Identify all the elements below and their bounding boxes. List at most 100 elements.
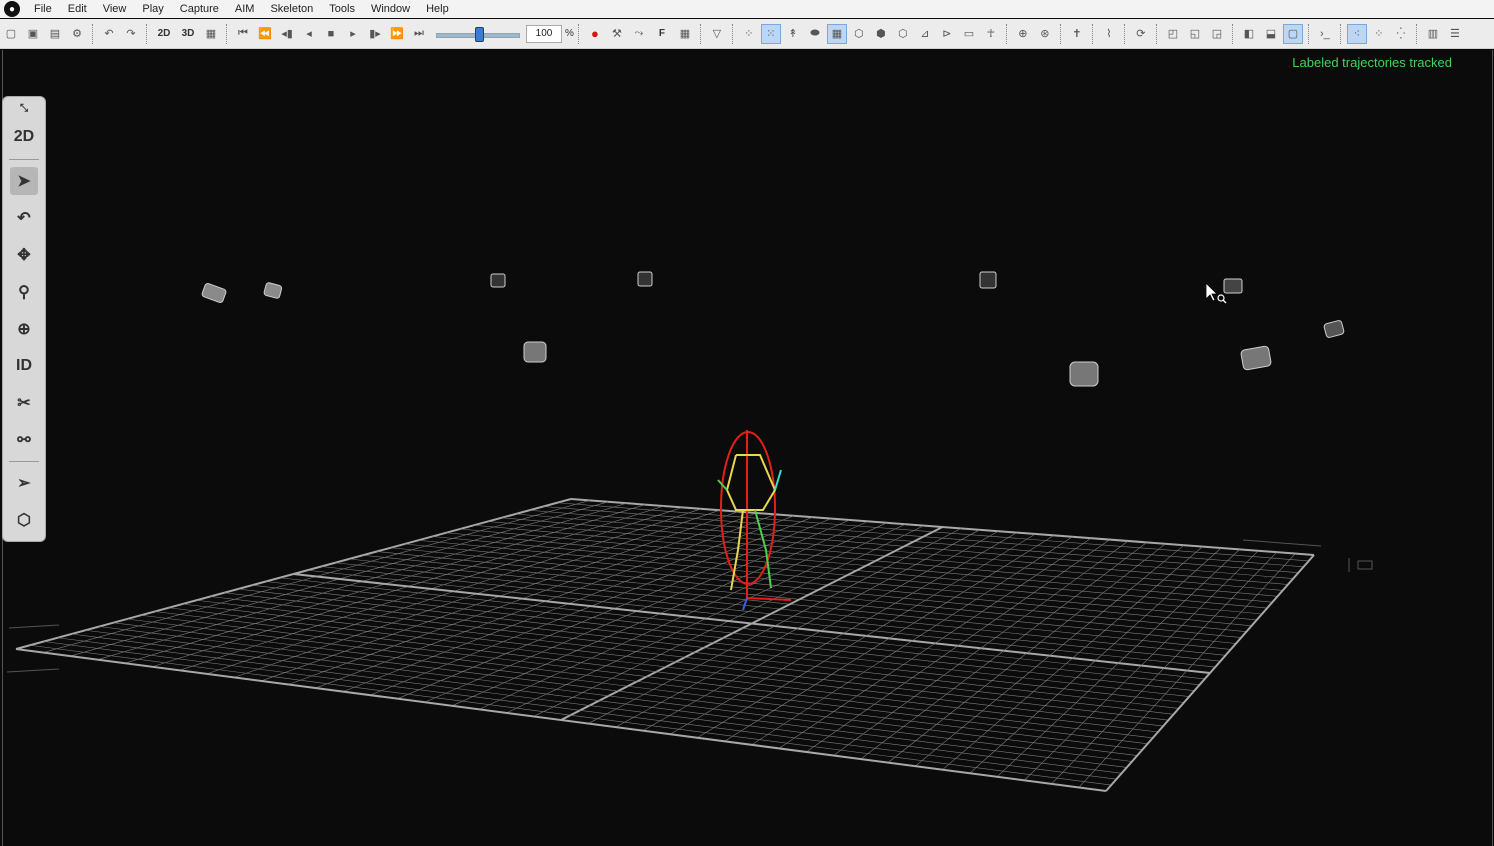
new-file-icon[interactable]: ▢: [1, 24, 21, 44]
tool-sidebar: ⤡ 2D ➤ ↶ ✥ ⚲ ⊕ ID ✂ ⚯ ➢ ⬡: [2, 96, 46, 542]
show-skeleton-icon[interactable]: ☥: [981, 24, 1001, 44]
3d-viewport[interactable]: Labeled trajectories tracked: [2, 50, 1493, 846]
grid-line: [1078, 553, 1296, 788]
camera-icon[interactable]: [201, 283, 227, 304]
record-icon[interactable]: ●: [585, 24, 605, 44]
layout-a-icon[interactable]: ◰: [1163, 24, 1183, 44]
menu-aim[interactable]: AIM: [227, 0, 263, 18]
layout-c-icon[interactable]: ◲: [1207, 24, 1227, 44]
show-bounding-box-icon[interactable]: ⬡: [893, 24, 913, 44]
toolbar-separator: [1415, 23, 1418, 44]
menu-capture[interactable]: Capture: [172, 0, 227, 18]
color-scheme-icon[interactable]: ▥: [1423, 24, 1443, 44]
menu-help[interactable]: Help: [418, 0, 457, 18]
filter-icon[interactable]: ▽: [707, 24, 727, 44]
collapse-sidebar-icon[interactable]: ⤡: [10, 99, 38, 117]
camera-icon[interactable]: [1323, 320, 1345, 338]
camera-select-icon[interactable]: ➢: [10, 469, 38, 497]
pane-bottom-icon[interactable]: ⬓: [1261, 24, 1281, 44]
go-to-start-icon[interactable]: ⏮: [233, 24, 253, 44]
menu-file[interactable]: File: [26, 0, 60, 18]
list-view-icon[interactable]: ☰: [1445, 24, 1465, 44]
grid-line: [1051, 551, 1278, 785]
open-folder-icon[interactable]: ▣: [23, 24, 43, 44]
menu-bar: ● File Edit View Play Capture AIM Skelet…: [0, 0, 1494, 18]
camera-icon[interactable]: [637, 271, 653, 287]
pipeline-tool-icon[interactable]: ⚒: [607, 24, 627, 44]
play-icon[interactable]: ▸: [343, 24, 363, 44]
camera-icon[interactable]: [1240, 345, 1272, 371]
step-forward-fast-icon[interactable]: ⏩: [387, 24, 407, 44]
view-3d-button[interactable]: 3D: [177, 24, 199, 44]
graph-icon[interactable]: ⌇: [1099, 24, 1119, 44]
show-volume-icon[interactable]: ⬡: [849, 24, 869, 44]
pane-left-icon[interactable]: ◧: [1239, 24, 1259, 44]
slider-thumb[interactable]: [474, 26, 484, 42]
playback-speed-unit: %: [565, 28, 574, 39]
menu-tools[interactable]: Tools: [321, 0, 363, 18]
cut-tool-icon[interactable]: ✂: [10, 389, 38, 417]
marker-mode-b-icon[interactable]: ⁘: [1369, 24, 1389, 44]
show-trajectories-icon[interactable]: ↟: [783, 24, 803, 44]
volume-cube-icon[interactable]: ⬡: [10, 506, 38, 534]
stop-icon[interactable]: ■: [321, 24, 341, 44]
menu-view[interactable]: View: [95, 0, 135, 18]
show-sensors-icon[interactable]: ⊳: [937, 24, 957, 44]
menu-play[interactable]: Play: [134, 0, 171, 18]
camera-icon[interactable]: [979, 271, 997, 289]
step-forward-frame-icon[interactable]: ▮▸: [365, 24, 385, 44]
toolbar-separator: [1155, 23, 1158, 44]
camera-icon[interactable]: [523, 341, 547, 363]
pan-tool-icon[interactable]: ✥: [10, 241, 38, 269]
show-video-icon[interactable]: ▭: [959, 24, 979, 44]
redo-icon[interactable]: ↷: [121, 24, 141, 44]
sidebar-2d-button[interactable]: 2D: [10, 123, 38, 151]
save-icon[interactable]: ▤: [45, 24, 65, 44]
show-force-plate-icon[interactable]: ⬬: [805, 24, 825, 44]
playback-speed-slider[interactable]: [436, 24, 520, 44]
sidebar-id-button[interactable]: ID: [10, 352, 38, 380]
undo-icon[interactable]: ↶: [99, 24, 119, 44]
menu-edit[interactable]: Edit: [60, 0, 95, 18]
toolbar-separator: [92, 23, 94, 44]
settings-icon[interactable]: ⚙: [67, 24, 87, 44]
marker-mode-c-icon[interactable]: ⁛: [1391, 24, 1411, 44]
fill-gaps-button[interactable]: F: [651, 24, 673, 44]
pane-maximize-icon[interactable]: ▢: [1282, 23, 1303, 44]
step-back-frame-icon[interactable]: ◂▮: [277, 24, 297, 44]
show-grid-icon[interactable]: ▦: [826, 23, 847, 44]
refresh-icon[interactable]: ⟳: [1131, 24, 1151, 44]
rotate-tool-icon[interactable]: ↶: [10, 204, 38, 232]
status-message: Labeled trajectories tracked: [1292, 55, 1452, 70]
crosshair-icon[interactable]: ⊕: [1013, 24, 1033, 44]
app-logo-icon[interactable]: ●: [4, 1, 20, 17]
trajectory-tool-icon[interactable]: ⤳: [629, 24, 649, 44]
show-labels-icon[interactable]: ⁙: [760, 23, 781, 44]
go-to-end-icon[interactable]: ⏭: [409, 24, 429, 44]
play-reverse-icon[interactable]: ◂: [299, 24, 319, 44]
menu-skeleton[interactable]: Skeleton: [262, 0, 321, 18]
focus-tool-icon[interactable]: ⊕: [10, 315, 38, 343]
floor-grid: [15, 498, 1315, 792]
view-2d-button[interactable]: 2D: [153, 24, 175, 44]
zoom-tool-icon[interactable]: ⚲: [10, 278, 38, 306]
playback-speed-input[interactable]: 100: [526, 24, 562, 43]
show-markers-icon[interactable]: ⁘: [739, 24, 759, 44]
menu-window[interactable]: Window: [363, 0, 418, 18]
layout-b-icon[interactable]: ◱: [1185, 24, 1205, 44]
subject-icon[interactable]: ✝: [1067, 24, 1087, 44]
show-cameras-icon[interactable]: ⊿: [915, 24, 935, 44]
grid-line: [43, 641, 1117, 780]
camera-icon[interactable]: [1069, 361, 1099, 387]
grid-tool-icon[interactable]: ▦: [675, 24, 695, 44]
show-segments-icon[interactable]: ⬢: [871, 24, 891, 44]
marker-mode-a-icon[interactable]: ⁖: [1346, 23, 1367, 44]
camera-view-icon[interactable]: ▦: [201, 24, 221, 44]
console-icon[interactable]: ›_: [1315, 24, 1335, 44]
target-add-icon[interactable]: ⊛: [1035, 24, 1055, 44]
camera-icon[interactable]: [263, 282, 283, 299]
bone-tool-icon[interactable]: ⚯: [10, 426, 38, 454]
select-tool-icon[interactable]: ➤: [10, 167, 38, 195]
camera-icon[interactable]: [490, 273, 506, 288]
step-back-fast-icon[interactable]: ⏪: [255, 24, 275, 44]
